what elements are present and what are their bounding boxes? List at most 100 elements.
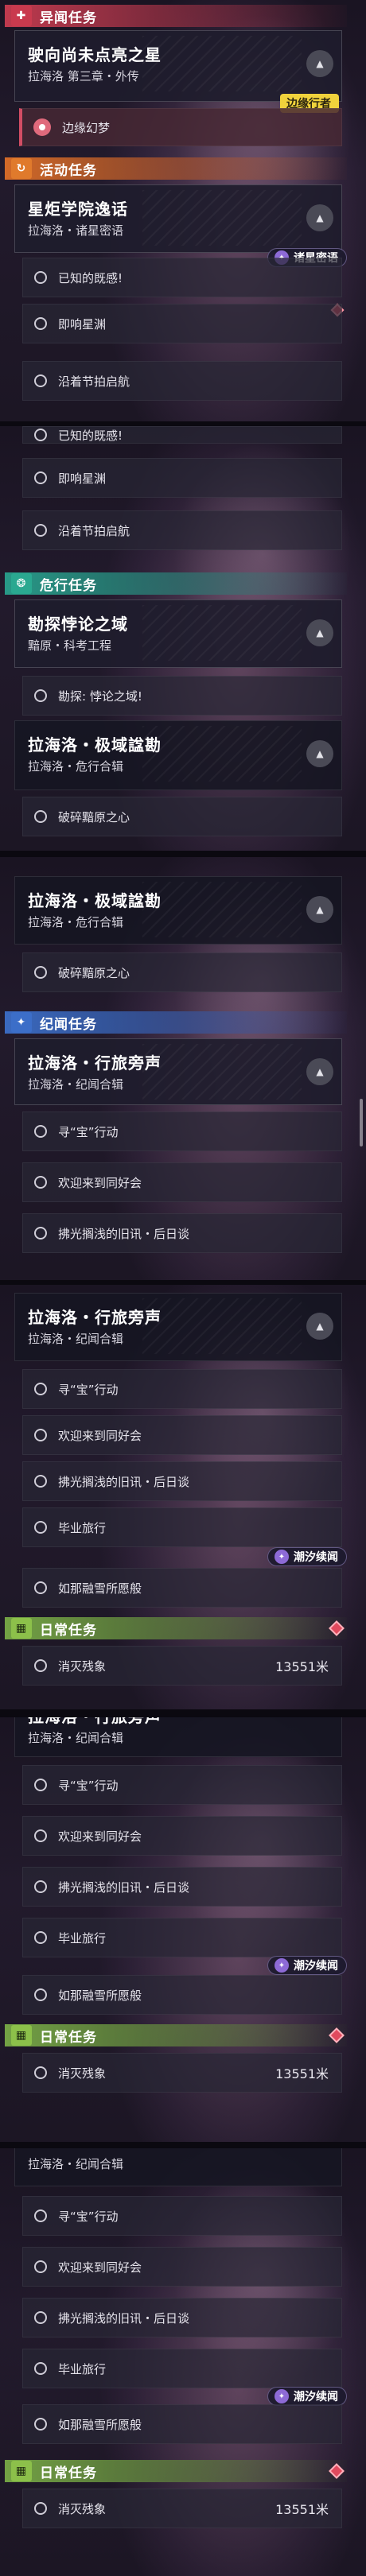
- objective-row[interactable]: 即响星渊: [22, 458, 342, 498]
- objective-row[interactable]: 如那融雪所愿般: [22, 1975, 342, 2015]
- category-label: 日常任务: [40, 2029, 97, 2046]
- objective-row[interactable]: 拂光搁浅的旧讯・后日谈: [22, 1867, 342, 1907]
- quest-card-kantan[interactable]: 勘探悖论之域 黯原・科考工程 ▲: [14, 599, 342, 668]
- quest-tag-badge: ✦ 潮汐续闻: [267, 1547, 347, 1566]
- category-richang[interactable]: ▦ 日常任务: [5, 2024, 347, 2046]
- objective-row[interactable]: 拂光搁浅的旧讯・后日谈: [22, 2298, 342, 2337]
- quest-subtitle: 拉海洛・诸星密语: [28, 223, 124, 238]
- quest-card-jiyu[interactable]: 拉海洛・极域諡勘 拉海洛・危行合辑 ▲: [14, 876, 342, 945]
- objective-row[interactable]: 拂光搁浅的旧讯・后日谈: [22, 1213, 342, 1253]
- objective-row[interactable]: 沿着节拍启航: [22, 361, 342, 401]
- card-pattern: [142, 882, 302, 937]
- objective-row-partial[interactable]: 已知的既感!: [22, 426, 342, 444]
- quest-card-xingju[interactable]: 星炬学院逸话 拉海洛・诸星密语 ▲: [14, 184, 342, 253]
- quest-card-jiyu[interactable]: 拉海洛・极域諡勘 拉海洛・危行合辑 ▲: [14, 720, 342, 790]
- collapse-button[interactable]: ▲: [306, 1313, 333, 1340]
- objective-row[interactable]: 寻“宝”行动: [22, 1369, 342, 1409]
- frame-5: 拉海洛・行旅旁声 拉海洛・纪闻合辑 寻“宝”行动 欢迎来到同好会 拂光搁浅的旧讯…: [0, 1717, 366, 2142]
- radio-circle-icon: [34, 271, 47, 284]
- objective-row[interactable]: 欢迎来到同好会: [22, 1162, 342, 1202]
- quest-subtitle: 拉海洛 第三章・外传: [28, 69, 139, 83]
- objective-row[interactable]: 破碎黯原之心: [22, 952, 342, 992]
- category-jiwen[interactable]: ✦ 纪闻任务: [5, 1011, 347, 1034]
- objective-label: 沿着节拍启航: [58, 374, 130, 389]
- category-richang[interactable]: ▦ 日常任务: [5, 2460, 347, 2482]
- quest-card-xinglv[interactable]: 拉海洛・行旅旁声 拉海洛・纪闻合辑 ▲: [14, 1038, 342, 1105]
- tag-emblem-icon: ✦: [274, 2389, 289, 2403]
- quest-subtitle: 黯原・科考工程: [28, 638, 112, 653]
- category-richang[interactable]: ▦ 日常任务: [5, 1617, 347, 1639]
- objective-row[interactable]: 欢迎来到同好会: [22, 2247, 342, 2287]
- collapse-button[interactable]: ▲: [306, 204, 333, 231]
- radio-circle-icon: [34, 1931, 47, 1944]
- objective-label: 如那融雪所愿般: [58, 1581, 142, 1596]
- collapse-button[interactable]: ▲: [306, 1058, 333, 1085]
- objective-row[interactable]: 勘探: 悖论之域!: [22, 676, 342, 716]
- radio-circle-icon: [34, 1581, 47, 1594]
- objective-row[interactable]: 如那融雪所愿般: [22, 1568, 342, 1608]
- objective-label: 欢迎来到同好会: [58, 1829, 142, 1844]
- objective-row[interactable]: 破碎黯原之心: [22, 797, 342, 836]
- collapse-button[interactable]: ▲: [306, 896, 333, 923]
- objective-label: 拂光搁浅的旧讯・后日谈: [58, 2310, 190, 2326]
- objective-row[interactable]: 寻“宝”行动: [22, 1765, 342, 1805]
- card-pattern: [142, 1044, 302, 1100]
- distance-readout: 13551米: [275, 2066, 329, 2081]
- objective-row[interactable]: 沿着节拍启航: [22, 510, 342, 550]
- category-weixing[interactable]: ❂ 危行任务: [5, 572, 347, 595]
- objective-row[interactable]: 寻“宝”行动: [22, 2196, 342, 2236]
- quest-card-partial[interactable]: 拉海洛・行旅旁声 拉海洛・纪闻合辑: [14, 1717, 342, 1757]
- category-label: 异闻任务: [40, 10, 97, 26]
- objective-label: 拂光搁浅的旧讯・后日谈: [58, 1226, 190, 1241]
- collapse-button[interactable]: ▲: [306, 50, 333, 77]
- quest-card-xinglv[interactable]: 拉海洛・行旅旁声 拉海洛・纪闻合辑 ▲: [14, 1293, 342, 1361]
- chevron-up-icon: ▲: [316, 627, 324, 638]
- tag-emblem-icon: ✦: [274, 1550, 289, 1564]
- radio-circle-icon: [34, 2260, 47, 2273]
- objective-label: 如那融雪所愿般: [58, 2417, 142, 2432]
- marker-diamond-icon: [329, 1620, 345, 1636]
- category-yiwen[interactable]: ✚ 异闻任务: [5, 5, 347, 27]
- quest-title: 拉海洛・行旅旁声: [28, 1053, 162, 1073]
- objective-row[interactable]: 寻“宝”行动: [22, 1111, 342, 1151]
- chevron-up-icon: ▲: [316, 58, 324, 69]
- daily-objective-row[interactable]: 消灭残象 13551米: [22, 1646, 342, 1686]
- huodong-category-icon: ↻: [11, 158, 32, 179]
- quest-subtitle: 拉海洛・纪闻合辑: [28, 1077, 124, 1092]
- objective-label: 毕业旅行: [58, 2361, 107, 2376]
- objective-row[interactable]: 欢迎来到同好会: [22, 1816, 342, 1856]
- objective-label: 欢迎来到同好会: [58, 1175, 142, 1190]
- collapse-button[interactable]: ▲: [306, 619, 333, 646]
- category-huodong[interactable]: ↻ 活动任务: [5, 157, 347, 180]
- frame-divider: [0, 1709, 366, 1717]
- radio-circle-icon: [34, 1779, 47, 1791]
- card-pattern: [142, 190, 302, 246]
- quest-card-xiangxing[interactable]: 驶向尚未点亮之星 拉海洛 第三章・外传 ▲: [14, 30, 342, 102]
- daily-objective-row[interactable]: 消灭残象 13551米: [22, 2053, 342, 2093]
- scrollbar[interactable]: [360, 1099, 363, 1146]
- quest-subtitle: 拉海洛・纪闻合辑: [28, 2157, 124, 2171]
- objective-marker-icon: [33, 118, 51, 136]
- category-label: 活动任务: [40, 162, 97, 179]
- quest-card-partial[interactable]: 拉海洛・纪闻合辑: [14, 2148, 342, 2186]
- objective-row[interactable]: 毕业旅行: [22, 2349, 342, 2388]
- radio-circle-icon: [34, 374, 47, 387]
- card-pattern: [142, 1298, 302, 1354]
- frame-divider: [0, 851, 366, 857]
- objective-row[interactable]: 毕业旅行: [22, 1507, 342, 1547]
- radio-circle-icon: [34, 2502, 47, 2515]
- objective-row[interactable]: 毕业旅行: [22, 1918, 342, 1957]
- quest-tag-badge: ✦ 潮汐续闻: [267, 2387, 347, 2406]
- daily-objective-row[interactable]: 消灭残象 13551米: [22, 2489, 342, 2528]
- objective-row[interactable]: 拂光搁浅的旧讯・后日谈: [22, 1461, 342, 1501]
- objective-row-active[interactable]: 边缘幻梦: [19, 108, 342, 146]
- radio-circle-icon: [34, 471, 47, 484]
- objective-row[interactable]: 如那融雪所愿般: [22, 2404, 342, 2444]
- objective-row[interactable]: 欢迎来到同好会: [22, 1415, 342, 1455]
- category-label: 日常任务: [40, 2465, 97, 2481]
- category-label: 危行任务: [40, 577, 97, 594]
- objective-row[interactable]: 已知的既感!: [22, 258, 342, 297]
- collapse-button[interactable]: ▲: [306, 740, 333, 767]
- objective-row[interactable]: 即响星渊: [22, 304, 342, 343]
- objective-label: 如那融雪所愿般: [58, 1988, 142, 2003]
